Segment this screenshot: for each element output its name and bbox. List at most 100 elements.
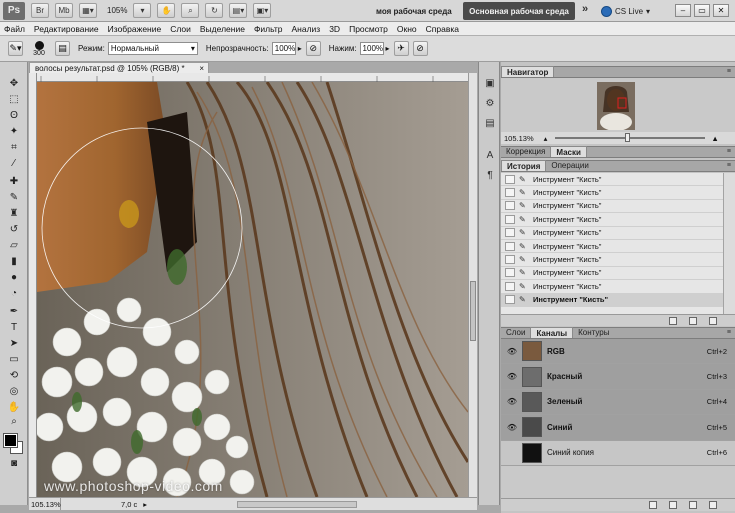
history-snapshot-checkbox[interactable] bbox=[505, 281, 515, 291]
airbrush-icon[interactable]: ✈ bbox=[393, 41, 409, 56]
menu-window[interactable]: Окно bbox=[397, 24, 417, 34]
brush-tool-preset-icon[interactable]: ✎▾ bbox=[8, 41, 23, 56]
close-document-icon[interactable]: × bbox=[199, 64, 204, 73]
hand-tool-button[interactable]: ✋ bbox=[157, 3, 176, 18]
measure-panel-icon[interactable]: ▤ bbox=[483, 116, 497, 130]
quick-select-tool-icon[interactable]: ✦ bbox=[6, 124, 22, 138]
tab-channels[interactable]: Каналы bbox=[530, 327, 574, 338]
channel-row[interactable]: 👁 Красный Ctrl+3 bbox=[501, 364, 735, 390]
menu-help[interactable]: Справка bbox=[426, 24, 459, 34]
horizontal-scrollbar[interactable] bbox=[237, 500, 358, 508]
paragraph-panel-icon[interactable]: ¶ bbox=[483, 168, 497, 182]
gradient-tool-icon[interactable]: ▮ bbox=[6, 254, 22, 268]
create-snapshot-icon[interactable] bbox=[689, 317, 697, 325]
cs-live-button[interactable]: CS Live ▾ bbox=[601, 3, 650, 19]
mini-bridge-icon[interactable]: ▣ bbox=[483, 76, 497, 90]
path-select-tool-icon[interactable]: ➤ bbox=[6, 336, 22, 350]
menu-filter[interactable]: Фильтр bbox=[254, 24, 283, 34]
visibility-eye-icon[interactable]: 👁 bbox=[506, 397, 518, 406]
opacity-input[interactable]: 100% bbox=[271, 42, 296, 55]
menu-3d[interactable]: 3D bbox=[329, 24, 340, 34]
workspace-more-icon[interactable]: » bbox=[582, 3, 588, 15]
menu-analysis[interactable]: Анализ bbox=[292, 24, 321, 34]
screen-mode-button[interactable]: ▣▾ bbox=[253, 3, 272, 18]
load-selection-icon[interactable] bbox=[649, 501, 657, 509]
status-menu-icon[interactable]: ▸ bbox=[143, 500, 147, 509]
eyedropper-tool-icon[interactable]: ⁄ bbox=[6, 156, 22, 170]
pen-tool-icon[interactable]: ✒ bbox=[6, 304, 22, 318]
navigator-zoom-value[interactable]: 105.13% bbox=[504, 134, 534, 143]
dodge-tool-icon[interactable]: ◔ bbox=[6, 286, 22, 300]
image-canvas[interactable] bbox=[37, 82, 468, 497]
zoom-level[interactable]: 105% bbox=[107, 6, 127, 15]
new-channel-icon[interactable] bbox=[689, 501, 697, 509]
panel-menu-icon[interactable]: ≡ bbox=[727, 162, 731, 169]
channel-row[interactable]: 👁 Синий Ctrl+5 bbox=[501, 415, 735, 441]
history-snapshot-checkbox[interactable] bbox=[505, 268, 515, 278]
foreground-color-swatch[interactable] bbox=[3, 433, 18, 448]
navigator-thumbnail[interactable] bbox=[597, 82, 635, 130]
pressure-opacity-icon[interactable]: ⊘ bbox=[305, 41, 321, 56]
history-scrollbar[interactable] bbox=[723, 173, 735, 314]
history-item[interactable]: ✎ Инструмент "Кисть" bbox=[501, 267, 723, 281]
pressure-size-icon[interactable]: ⊘ bbox=[412, 41, 428, 56]
zoom-tool-icon[interactable]: ⌕ bbox=[6, 414, 22, 428]
workspace-essentials-button[interactable]: Основная рабочая среда bbox=[463, 2, 575, 20]
history-snapshot-checkbox[interactable] bbox=[505, 214, 515, 224]
arrange-documents-button[interactable]: ▤▾ bbox=[229, 3, 248, 18]
history-snapshot-checkbox[interactable] bbox=[505, 201, 515, 211]
tab-adjustments[interactable]: Коррекция bbox=[501, 146, 550, 157]
menu-view[interactable]: Просмотр bbox=[349, 24, 388, 34]
minimize-button[interactable]: – bbox=[675, 4, 691, 17]
history-item[interactable]: ✎ Инструмент "Кисть" bbox=[501, 253, 723, 267]
delete-channel-icon[interactable] bbox=[709, 501, 717, 509]
panel-menu-icon[interactable]: ≡ bbox=[727, 148, 731, 155]
delete-state-icon[interactable] bbox=[709, 317, 717, 325]
tab-masks[interactable]: Маски bbox=[550, 146, 587, 157]
history-item[interactable]: ✎ Инструмент "Кисть" bbox=[501, 200, 723, 214]
3d-rotate-tool-icon[interactable]: ⟲ bbox=[6, 368, 22, 382]
history-item-current[interactable]: ✎ Инструмент "Кисть" bbox=[501, 293, 723, 307]
type-tool-icon[interactable]: T bbox=[6, 320, 22, 334]
vertical-scrollbar[interactable] bbox=[468, 73, 477, 497]
marquee-tool-icon[interactable]: ⬚ bbox=[6, 92, 22, 106]
panel-menu-icon[interactable]: ≡ bbox=[727, 329, 731, 336]
navigator-zoom-slider[interactable] bbox=[555, 133, 706, 142]
history-snapshot-checkbox[interactable] bbox=[505, 255, 515, 265]
menu-file[interactable]: Файл bbox=[4, 24, 25, 34]
tab-layers[interactable]: Слои bbox=[501, 327, 530, 338]
history-item[interactable]: ✎ Инструмент "Кисть" bbox=[501, 280, 723, 294]
zoom-dropdown-icon[interactable]: ▾ bbox=[133, 3, 152, 18]
horizontal-ruler[interactable] bbox=[37, 73, 468, 82]
blend-mode-select[interactable]: Нормальный ▾ bbox=[107, 42, 198, 55]
history-item[interactable]: ✎ Инструмент "Кисть" bbox=[501, 213, 723, 227]
hand-tool-icon[interactable]: ✋ bbox=[6, 400, 22, 414]
current-workspace-label[interactable]: моя рабочая среда bbox=[370, 3, 458, 19]
new-document-from-state-icon[interactable] bbox=[669, 317, 677, 325]
opacity-dropdown-icon[interactable]: ▸ bbox=[298, 44, 302, 53]
menu-edit[interactable]: Редактирование bbox=[34, 24, 99, 34]
quick-mask-icon[interactable]: ◙ bbox=[6, 456, 22, 470]
tab-history[interactable]: История bbox=[501, 160, 547, 171]
menu-layers[interactable]: Слои bbox=[170, 24, 191, 34]
history-item[interactable]: ✎ Инструмент "Кисть" bbox=[501, 240, 723, 254]
channel-row[interactable]: 👁 Зеленый Ctrl+4 bbox=[501, 389, 735, 416]
history-snapshot-checkbox[interactable] bbox=[505, 188, 515, 198]
minibridge-button[interactable]: Mb bbox=[55, 3, 73, 18]
zoom-out-icon[interactable]: ▴ bbox=[544, 134, 548, 143]
menu-select[interactable]: Выделение bbox=[200, 24, 245, 34]
tab-actions[interactable]: Операции bbox=[546, 160, 593, 171]
zoom-in-icon[interactable]: ▲ bbox=[711, 134, 718, 143]
brush-tool-icon[interactable]: ✎ bbox=[6, 190, 22, 204]
flow-dropdown-icon[interactable]: ▸ bbox=[386, 44, 390, 53]
3d-panel-icon[interactable]: ⚙ bbox=[483, 96, 497, 110]
eraser-tool-icon[interactable]: ▱ bbox=[6, 238, 22, 252]
crop-tool-icon[interactable]: ⌗ bbox=[6, 140, 22, 154]
history-item[interactable]: ✎ Инструмент "Кисть" bbox=[501, 227, 723, 240]
channel-row[interactable]: 👁 RGB Ctrl+2 bbox=[501, 339, 735, 365]
history-snapshot-checkbox[interactable] bbox=[505, 228, 515, 238]
vertical-ruler[interactable] bbox=[29, 73, 37, 497]
history-brush-tool-icon[interactable]: ↺ bbox=[6, 222, 22, 236]
visibility-eye-icon[interactable]: 👁 bbox=[506, 372, 518, 381]
document-tab[interactable]: волосы результат.psd @ 105% (RGB/8) * × bbox=[29, 62, 209, 73]
